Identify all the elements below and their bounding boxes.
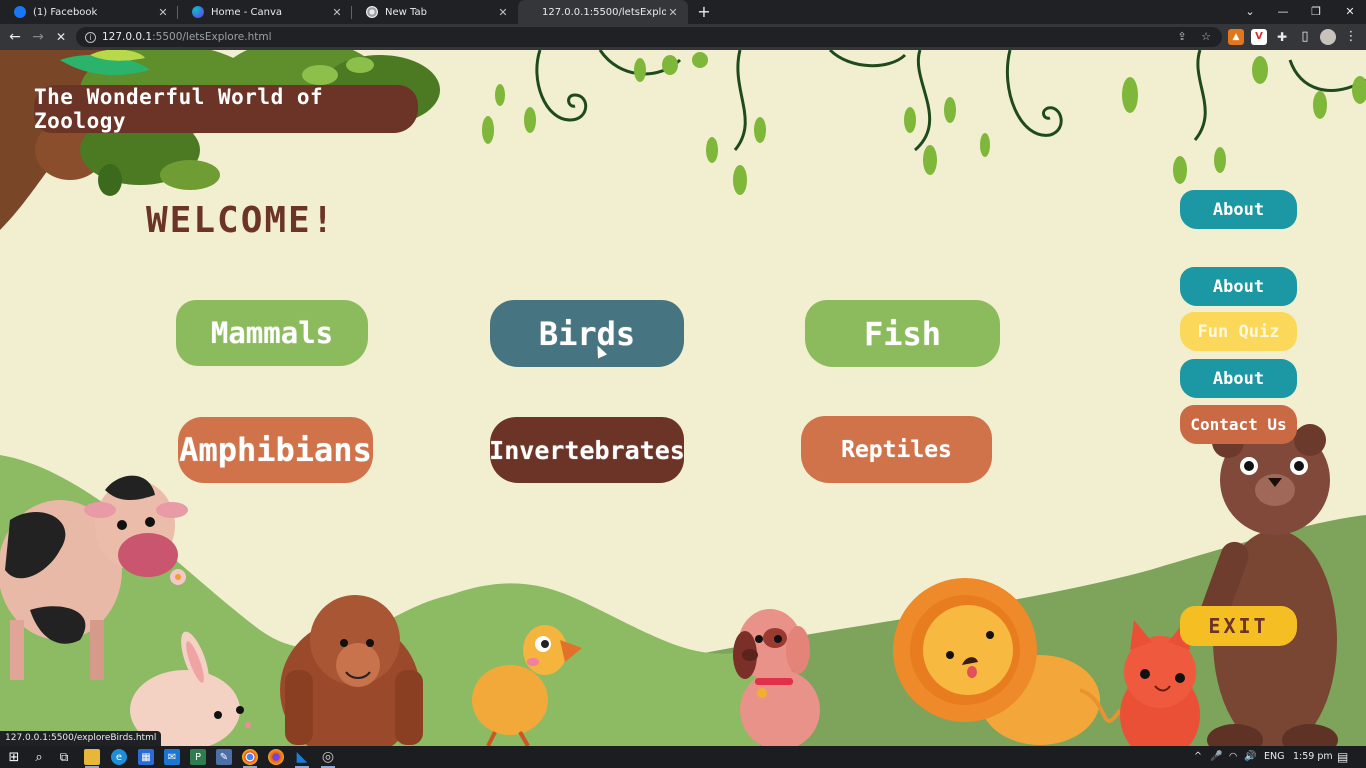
volume-icon[interactable]: 🔊 (1244, 746, 1256, 768)
canva-icon (192, 6, 204, 18)
project-icon[interactable]: P (190, 749, 206, 765)
forward-button[interactable]: → (28, 27, 48, 47)
microphone-icon[interactable]: 🎤 (1210, 746, 1222, 768)
tab-title: (1) Facebook (33, 6, 98, 18)
invertebrates-button[interactable]: Invertebrates (489, 417, 685, 483)
share-icon[interactable]: ⇪ (1174, 29, 1190, 45)
restore-button[interactable]: ❐ (1300, 0, 1332, 24)
about-button-3[interactable]: About (1180, 359, 1297, 398)
browser-toolbar: ← → ✕ i 127.0.0.1 :5500/letsExplore.html… (0, 24, 1366, 50)
facebook-icon (14, 6, 26, 18)
close-window-button[interactable]: ✕ (1334, 0, 1366, 24)
notifications-icon[interactable]: ▤ (1337, 746, 1348, 768)
paint-icon[interactable]: ✎ (216, 749, 232, 765)
vscode-icon[interactable]: ◣ (294, 749, 310, 768)
language-indicator[interactable]: ENG (1264, 746, 1284, 768)
chrome-icon (366, 6, 378, 18)
tray-chevron-icon[interactable]: ^ (1194, 746, 1202, 768)
jungle-scene-illustration (0, 50, 1366, 746)
edge-icon[interactable]: e (111, 749, 127, 765)
tab-close-button[interactable]: ✕ (496, 6, 510, 19)
address-bar[interactable]: i 127.0.0.1 :5500/letsExplore.html ⇪ ☆ (76, 27, 1222, 47)
extensions-puzzle-icon[interactable]: ✚ (1274, 29, 1290, 45)
tab-canva[interactable]: Home - Canva ✕ (178, 0, 352, 24)
side-panel-icon[interactable]: ▯ (1297, 29, 1313, 45)
mail-icon[interactable]: ✉ (164, 749, 180, 765)
link-status-bubble: 127.0.0.1:5500/exploreBirds.html (0, 731, 162, 746)
tab-close-button[interactable]: ✕ (156, 6, 170, 19)
vine-leaves (482, 52, 1366, 195)
menu-kebab-icon[interactable]: ⋮ (1343, 29, 1359, 45)
birds-button[interactable]: Birds (490, 300, 684, 367)
stop-loading-button[interactable]: ✕ (51, 27, 71, 47)
new-tab-button[interactable]: + (694, 2, 714, 22)
tab-lets-explore[interactable]: 127.0.0.1:5500/letsExplore.html ✕ (518, 0, 688, 24)
search-icon[interactable]: ⌕ (31, 749, 47, 765)
file-explorer-icon[interactable] (84, 749, 100, 768)
tab-title: Home - Canva (211, 6, 282, 18)
site-title-banner: The Wonderful World of Zoology (34, 85, 418, 133)
tab-new-tab[interactable]: New Tab ✕ (352, 0, 518, 24)
welcome-heading: WELCOME! (146, 200, 336, 241)
wifi-icon[interactable]: ◠ (1229, 746, 1237, 768)
task-view-icon[interactable]: ⧉ (56, 749, 72, 765)
contact-us-button[interactable]: Contact Us (1180, 405, 1297, 444)
lets-explore-page: The Wonderful World of Zoology WELCOME! … (0, 50, 1366, 746)
url-host: 127.0.0.1 (102, 31, 153, 43)
profile-avatar-icon[interactable] (1320, 29, 1336, 45)
about-button-2[interactable]: About (1180, 267, 1297, 306)
tab-facebook[interactable]: (1) Facebook ✕ (0, 0, 178, 24)
tab-close-button[interactable]: ✕ (330, 6, 344, 19)
minimize-button[interactable]: — (1267, 0, 1299, 24)
firefox-icon[interactable] (268, 749, 284, 765)
store-icon[interactable]: ▦ (138, 749, 154, 765)
about-button-1[interactable]: About (1180, 190, 1297, 229)
fun-quiz-button[interactable]: Fun Quiz (1180, 312, 1297, 351)
metamask-extension-icon[interactable]: ▲ (1228, 29, 1244, 45)
mammals-button[interactable]: Mammals (176, 300, 368, 366)
tab-title: New Tab (385, 6, 427, 18)
chrome-taskbar-icon[interactable] (242, 749, 258, 768)
obs-icon[interactable]: ◎ (320, 749, 336, 768)
url-path: :5500/letsExplore.html (152, 31, 272, 43)
amphibians-button[interactable]: Amphibians (178, 417, 373, 483)
tab-search-button[interactable]: ⌄ (1234, 0, 1266, 24)
windows-taskbar: ⊞ ⌕ ⧉ e ▦ ✉ P ✎ ◣ ◎ ^ 🎤 ◠ 🔊 ENG 1:59 pm … (0, 746, 1366, 768)
video-extension-icon[interactable]: V (1251, 29, 1267, 45)
reptiles-button[interactable]: Reptiles (801, 416, 992, 483)
tab-strip: (1) Facebook ✕ Home - Canva ✕ New Tab ✕ … (0, 0, 1366, 24)
tab-close-button[interactable]: ✕ (666, 6, 680, 19)
clock[interactable]: 1:59 pm (1293, 746, 1333, 768)
back-button[interactable]: ← (5, 27, 25, 47)
tab-title: 127.0.0.1:5500/letsExplore.html (542, 6, 666, 18)
start-icon[interactable]: ⊞ (6, 749, 22, 765)
exit-button[interactable]: EXIT (1180, 606, 1297, 646)
site-info-icon[interactable]: i (85, 31, 96, 43)
fish-button[interactable]: Fish (805, 300, 1000, 367)
bookmark-star-icon[interactable]: ☆ (1198, 29, 1214, 45)
